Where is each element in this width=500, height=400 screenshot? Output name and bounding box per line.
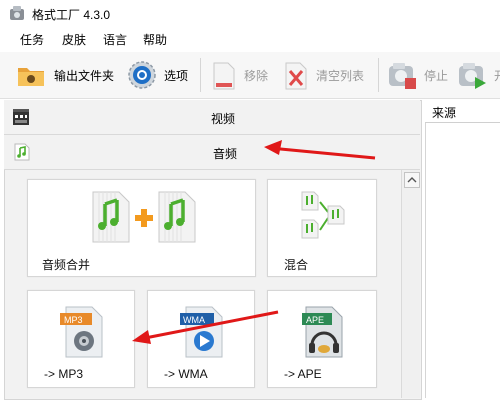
menu-skin[interactable]: 皮肤 — [62, 31, 86, 48]
film-icon — [11, 107, 31, 127]
mix-label: 混合 — [284, 258, 309, 272]
menu-language[interactable]: 语言 — [103, 31, 127, 48]
to-ape-label: -> APE — [284, 367, 322, 381]
mp3-file-icon: MP3 — [58, 299, 108, 359]
music-note-icon — [12, 142, 32, 162]
stop-label: 停止 — [424, 69, 449, 83]
mix-icon — [298, 188, 348, 244]
to-ape-tile[interactable]: APE -> APE — [267, 290, 377, 388]
toolbar-separator — [378, 58, 379, 92]
clear-list-icon — [282, 61, 310, 91]
ape-file-icon: APE — [298, 299, 348, 359]
stop-icon — [386, 60, 418, 92]
vertical-scrollbar[interactable] — [401, 170, 420, 398]
audio-merge-tile[interactable]: 音频合并 — [27, 179, 256, 277]
mix-tile[interactable]: 混合 — [267, 179, 377, 277]
svg-text:MP3: MP3 — [64, 315, 83, 325]
clear-list-label: 清空列表 — [316, 69, 365, 83]
remove-icon — [210, 61, 238, 91]
category-audio-label: 音频 — [213, 147, 238, 161]
audio-merge-icon — [85, 188, 203, 244]
to-mp3-tile[interactable]: MP3 -> MP3 — [27, 290, 135, 388]
app-logo-icon — [8, 4, 26, 22]
annotation-arrow-mp3 — [126, 306, 282, 346]
menu-task[interactable]: 任务 — [20, 31, 44, 48]
output-folder-label: 输出文件夹 — [54, 69, 115, 83]
to-mp3-label: -> MP3 — [44, 367, 84, 381]
to-wma-label: -> WMA — [164, 367, 208, 381]
task-list-panel — [425, 100, 500, 398]
start-label: 开 — [494, 67, 500, 84]
scroll-up-arrow-icon[interactable] — [404, 172, 420, 188]
options-label: 选项 — [164, 69, 189, 83]
remove-label: 移除 — [244, 69, 269, 83]
start-icon — [456, 60, 488, 92]
toolbar-separator — [200, 58, 201, 92]
menu-help[interactable]: 帮助 — [143, 31, 167, 48]
svg-text:APE: APE — [306, 315, 324, 325]
source-column-label: 来源 — [432, 106, 457, 120]
category-video-label: 视频 — [211, 112, 236, 126]
options-gear-icon — [126, 60, 158, 90]
audio-merge-label: 音频合并 — [42, 258, 91, 272]
window-title: 格式工厂 4.3.0 — [32, 8, 111, 22]
annotation-arrow-audio — [260, 138, 380, 162]
category-video[interactable]: 视频 — [4, 100, 420, 135]
folder-icon — [16, 62, 46, 88]
